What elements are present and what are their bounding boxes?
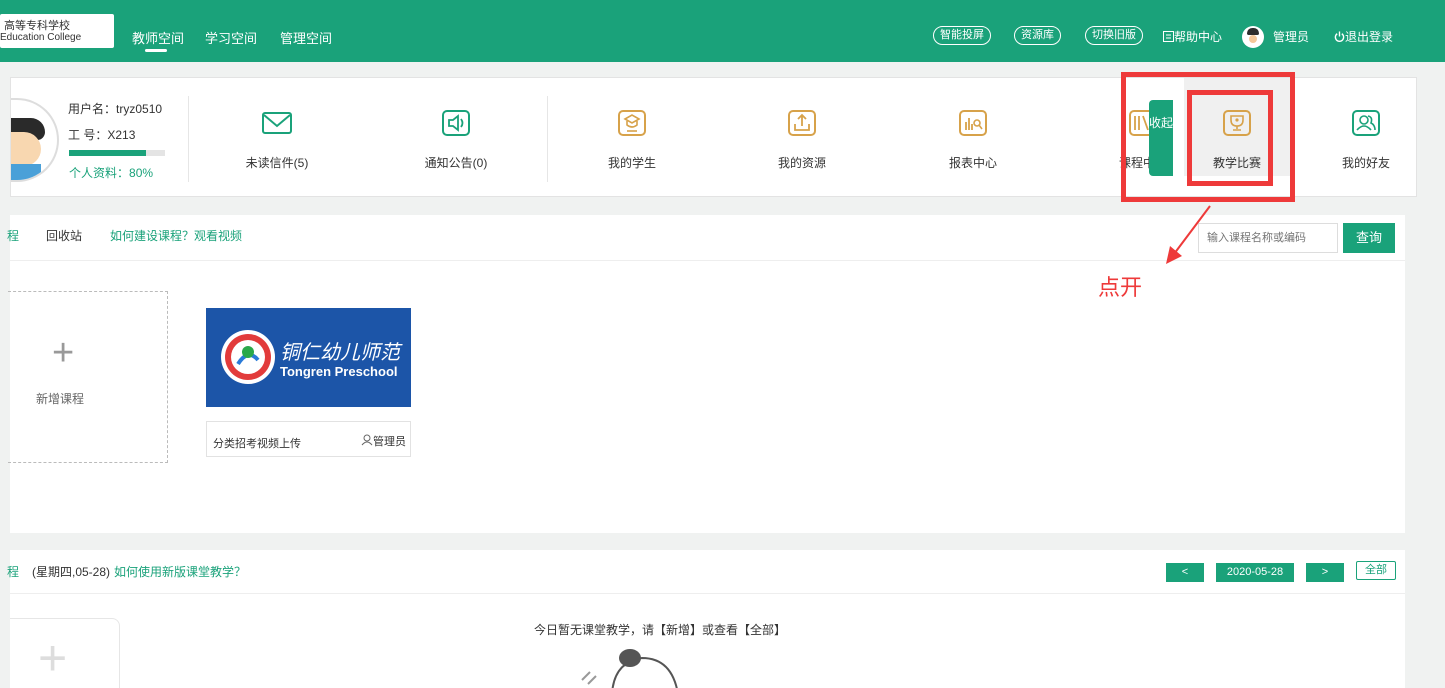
id-row: 工 号：X213: [68, 126, 135, 143]
divider: [547, 96, 548, 182]
completeness-label: 个人资料：: [69, 166, 130, 180]
tab-recycle-bin[interactable]: 回收站: [46, 227, 82, 244]
chart-icon: [959, 110, 987, 136]
empty-classroom-message: 今日暂无课堂教学，请【新增】或查看【全部】: [534, 623, 787, 637]
add-classroom-card[interactable]: +: [10, 618, 120, 688]
upload-icon: [788, 110, 816, 136]
user-avatar[interactable]: [1242, 26, 1264, 48]
divider: [188, 96, 189, 182]
profile-item-label: 报表中心: [948, 156, 997, 170]
date-picker[interactable]: 2020-05-28: [1216, 563, 1294, 582]
profile-item-resources[interactable]: 我的资源: [742, 108, 862, 171]
resource-library-button[interactable]: 资源库: [1014, 26, 1061, 45]
help-center-label: 帮助中心: [1174, 30, 1223, 44]
profile-item-label: 我的好友: [1341, 156, 1390, 170]
profile-item-label: 我的资源: [777, 156, 826, 170]
plus-icon: +: [52, 332, 75, 374]
id-value: X213: [107, 128, 136, 142]
tab-my-courses[interactable]: 程: [7, 227, 19, 244]
profile-item-reports[interactable]: 报表中心: [913, 108, 1033, 171]
thumb-subtitle: Tongren Preschool: [280, 364, 398, 379]
completeness-value: 80%: [129, 166, 154, 180]
classroom-howto-link[interactable]: 如何使用新版课堂教学？: [114, 563, 246, 580]
mail-icon: [262, 112, 292, 134]
profile-avatar[interactable]: [11, 98, 59, 182]
profile-item-label: 通知公告(0): [424, 156, 488, 170]
course-thumbnail[interactable]: 铜仁幼儿师范 Tongren Preschool: [206, 308, 411, 407]
top-header: 高等专科学校 Education College 教师空间 学习空间 管理空间 …: [0, 0, 1445, 62]
help-center-link[interactable]: 帮助中心: [1163, 28, 1222, 45]
power-icon: [1334, 31, 1345, 42]
profile-item-students[interactable]: 我的学生: [572, 108, 692, 171]
course-search-button[interactable]: 查询: [1343, 223, 1395, 253]
nav-study-space[interactable]: 学习空间: [205, 28, 257, 47]
course-howto-link[interactable]: 如何建设课程？观看视频: [110, 227, 242, 244]
course-owner-name: 管理员: [373, 436, 406, 448]
course-meta: 分类招考视频上传 管理员: [206, 421, 411, 457]
course-name[interactable]: 分类招考视频上传: [213, 435, 301, 451]
smart-cast-button[interactable]: 智能投屏: [933, 26, 991, 45]
username-value: tryz0510: [116, 102, 163, 116]
annotation-inner-box: [1187, 90, 1273, 186]
profile-item-notice[interactable]: 通知公告(0): [396, 108, 516, 171]
classroom-panel: 程 (星期四,05-28) 如何使用新版课堂教学？ < 2020-05-28 >…: [7, 550, 1405, 688]
profile-progress-fill: [69, 150, 146, 156]
plus-icon: +: [38, 630, 68, 686]
view-all-button[interactable]: 全部: [1356, 561, 1396, 580]
thumb-title: 铜仁幼儿师范: [280, 340, 400, 364]
next-day-button[interactable]: >: [1306, 563, 1344, 582]
user-name[interactable]: 管理员: [1273, 28, 1309, 45]
add-course-label: 新增课程: [36, 392, 85, 406]
school-logo[interactable]: 高等专科学校 Education College: [0, 14, 114, 48]
user-icon: [361, 434, 373, 446]
logo-cn-text: 高等专科学校: [4, 19, 70, 32]
add-course-card[interactable]: + 新增课程: [8, 291, 168, 463]
divider: [10, 593, 1405, 594]
profile-item-label: 未读信件(5): [245, 156, 309, 170]
graduate-icon: [618, 110, 646, 136]
logout-link[interactable]: 退出登录: [1334, 28, 1393, 45]
logo-en-text: Education College: [0, 32, 82, 43]
id-label: 工 号：: [68, 128, 108, 142]
course-owner: 管理员: [361, 433, 406, 449]
profile-completeness[interactable]: 个人资料：80%: [69, 164, 153, 181]
prev-day-button[interactable]: <: [1166, 563, 1204, 582]
annotation-text: 点开: [1098, 275, 1143, 300]
tab-classroom[interactable]: 程: [7, 563, 19, 580]
annotation-arrow-icon: [1166, 205, 1211, 264]
profile-item-mail[interactable]: 未读信件(5): [217, 108, 337, 171]
profile-progress-bar: [69, 150, 165, 156]
username-label: 用户名：: [68, 102, 117, 116]
logout-label: 退出登录: [1345, 30, 1394, 44]
speaker-icon: [442, 110, 470, 136]
profile-item-friends[interactable]: 我的好友: [1306, 108, 1426, 171]
course-card[interactable]: 铜仁幼儿师范 Tongren Preschool 分类招考视频上传 管理员: [206, 308, 411, 463]
profile-item-label: 我的学生: [607, 156, 656, 170]
nav-teacher-space[interactable]: 教师空间: [132, 28, 184, 52]
nav-admin-space[interactable]: 管理空间: [280, 28, 332, 47]
help-doc-icon: [1163, 31, 1174, 42]
friends-icon: [1352, 110, 1380, 136]
switch-old-version-button[interactable]: 切换旧版: [1085, 26, 1143, 45]
username-row: 用户名：tryz0510: [68, 100, 162, 117]
panda-illustration: [581, 649, 678, 688]
classroom-date-info: (星期四,05-28): [32, 565, 111, 579]
